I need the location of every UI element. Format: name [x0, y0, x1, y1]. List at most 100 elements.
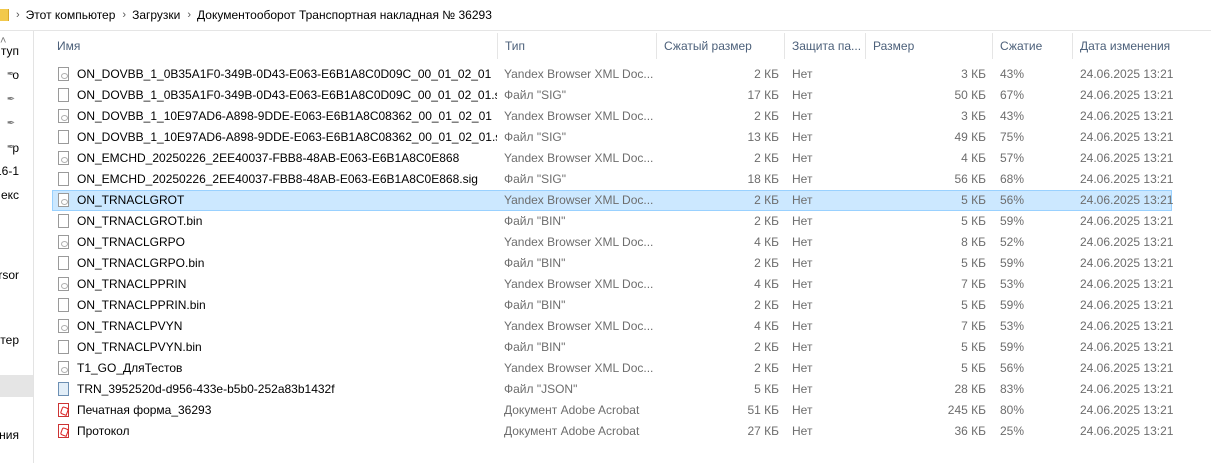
table-row[interactable]: Протокол Документ Adobe Acrobat 27 КБ Нет 36… — [52, 421, 1173, 442]
table-row[interactable]: ON_TRNACLPVYN Yandex Browser XML Doc... 4 … — [52, 316, 1173, 337]
compressed-size: 2 КБ — [754, 340, 779, 354]
file-size: 8 КБ — [961, 235, 986, 249]
file-type: Yandex Browser XML Doc... — [504, 319, 654, 333]
compression-ratio: 83% — [1000, 382, 1025, 396]
breadcrumb-downloads[interactable]: Загрузки — [132, 8, 180, 22]
nav-item[interactable]: rsor — [0, 264, 33, 286]
compressed-size: 18 КБ — [747, 172, 779, 186]
nav-item[interactable] — [0, 208, 33, 230]
nav-item[interactable] — [0, 232, 33, 254]
table-row[interactable]: ON_EMCHD_20250226_2EE40037-FBB8-48AB-E06… — [52, 169, 1173, 190]
nav-item[interactable]: екс — [0, 184, 33, 206]
nav-item[interactable]: р ✒ — [0, 137, 33, 159]
file-list[interactable]: ON_DOVBB_1_0B35A1F0-349B-0D43-E063-E6B1A… — [52, 64, 1173, 442]
nav-item-label: туп — [0, 44, 19, 58]
protection: Нет — [792, 403, 813, 417]
file-type: Файл "BIN" — [504, 340, 566, 354]
column-header-compressed-size[interactable]: Сжатый размер — [657, 33, 785, 59]
nav-item[interactable] — [0, 375, 33, 397]
compression-ratio: 53% — [1000, 277, 1025, 291]
nav-item-label: rsor — [0, 268, 19, 282]
compression-ratio: 75% — [1000, 130, 1025, 144]
breadcrumb-archive[interactable]: Документооборот Транспортная накладная №… — [197, 8, 492, 22]
compressed-size: 2 КБ — [754, 109, 779, 123]
file-file-icon — [58, 172, 72, 188]
nav-item[interactable]: ния — [0, 424, 33, 446]
table-row[interactable]: ON_TRNACLGRPO.bin Файл "BIN" 2 КБ Нет 5 КБ 59… — [52, 253, 1173, 274]
table-row[interactable]: ON_TRNACLPVYN.bin Файл "BIN" 2 КБ Нет 5 КБ 59… — [52, 337, 1173, 358]
compression-ratio: 43% — [1000, 67, 1025, 81]
pin-icon[interactable]: ✒ — [6, 113, 16, 135]
chevron-right-icon[interactable]: › — [122, 9, 126, 21]
protection: Нет — [792, 256, 813, 270]
folder-icon — [0, 9, 9, 21]
navigation-pane[interactable]: ˄ тупо✒✒✒р✒16-1ексrsorтерния — [0, 31, 34, 463]
file-name: ON_EMCHD_20250226_2EE40037-FBB8-48AB-E06… — [77, 151, 460, 165]
column-header-size[interactable]: Размер — [866, 33, 993, 59]
column-header-name[interactable]: Имя — [50, 33, 498, 59]
file-file-icon — [58, 214, 72, 230]
protection: Нет — [792, 214, 813, 228]
file-size: 5 КБ — [961, 193, 986, 207]
chevron-right-icon[interactable]: › — [187, 9, 191, 21]
table-row[interactable]: ON_TRNACLPPRIN Yandex Browser XML Doc... 4… — [52, 274, 1173, 295]
file-type: Документ Adobe Acrobat — [504, 403, 640, 417]
chevron-right-icon[interactable]: › — [16, 9, 20, 21]
table-row[interactable]: ON_DOVBB_1_0B35A1F0-349B-0D43-E063-E6B1A… — [52, 85, 1173, 106]
file-name: Протокол — [77, 424, 130, 438]
file-size: 5 КБ — [961, 256, 986, 270]
file-file-icon — [58, 340, 72, 356]
nav-item[interactable]: ✒ — [0, 113, 33, 135]
file-name: ON_DOVBB_1_10E97AD6-A898-9DDE-E063-E6B1A… — [77, 130, 497, 144]
table-row[interactable]: T1_GO_ДляТестов Yandex Browser XML Doc...… — [52, 358, 1173, 379]
table-row[interactable]: Печатная форма_36293 Документ Adobe Acrob… — [52, 400, 1173, 421]
file-type: Yandex Browser XML Doc... — [504, 67, 654, 81]
nav-item[interactable]: тер — [0, 329, 33, 351]
protection: Нет — [792, 193, 813, 207]
file-name: TRN_3952520d-d956-433e-b5b0-252a83b1432f — [77, 382, 335, 396]
pin-icon[interactable]: ✒ — [6, 137, 16, 159]
file-name: ON_TRNACLPPRIN — [77, 277, 187, 291]
table-row[interactable]: ON_DOVBB_1_10E97AD6-A898-9DDE-E063-E6B1A… — [52, 127, 1173, 148]
nav-item[interactable] — [0, 399, 33, 421]
nav-item[interactable] — [0, 353, 33, 375]
column-header-protection[interactable]: Защита па... — [785, 33, 866, 59]
file-size: 5 КБ — [961, 361, 986, 375]
file-size: 3 КБ — [961, 67, 986, 81]
table-row[interactable]: ON_EMCHD_20250226_2EE40037-FBB8-48AB-E06… — [52, 148, 1173, 169]
breadcrumb-this-pc[interactable]: Этот компьютер — [26, 8, 116, 22]
file-name: T1_GO_ДляТестов — [77, 361, 183, 375]
nav-item[interactable]: 16-1 — [0, 160, 33, 182]
table-row[interactable]: ON_DOVBB_1_0B35A1F0-349B-0D43-E063-E6B1A… — [52, 64, 1173, 85]
compressed-size: 2 КБ — [754, 214, 779, 228]
json-file-icon — [58, 382, 72, 398]
column-header-ratio[interactable]: Сжатие — [993, 33, 1073, 59]
file-name: ON_TRNACLGROT.bin — [77, 214, 203, 228]
table-row[interactable]: TRN_3952520d-d956-433e-b5b0-252a83b1432f… — [52, 379, 1173, 400]
compression-ratio: 59% — [1000, 298, 1025, 312]
xml-file-icon — [58, 319, 72, 335]
table-row[interactable]: ON_DOVBB_1_10E97AD6-A898-9DDE-E063-E6B1A… — [52, 106, 1173, 127]
file-name: ON_DOVBB_1_0B35A1F0-349B-0D43-E063-E6B1A… — [77, 88, 497, 102]
nav-item[interactable] — [0, 288, 33, 310]
nav-item-label: 16-1 — [0, 164, 19, 178]
table-row[interactable]: ON_TRNACLGRPO Yandex Browser XML Doc... 4 … — [52, 232, 1173, 253]
compressed-size: 27 КБ — [747, 424, 779, 438]
table-row[interactable]: ON_TRNACLGROT Yandex Browser XML Doc... 2 … — [52, 190, 1173, 211]
table-row[interactable]: ON_TRNACLGROT.bin Файл "BIN" 2 КБ Нет 5 КБ 59… — [52, 211, 1173, 232]
nav-item[interactable]: о ✒ — [0, 64, 33, 86]
address-bar[interactable]: › Этот компьютер › Загрузки › Документоо… — [0, 0, 1211, 31]
file-type: Файл "SIG" — [504, 172, 567, 186]
file-name: ON_TRNACLPPRIN.bin — [77, 298, 206, 312]
file-type: Yandex Browser XML Doc... — [504, 109, 654, 123]
nav-item[interactable]: туп — [0, 40, 33, 62]
column-header-type[interactable]: Тип — [498, 33, 657, 59]
table-row[interactable]: ON_TRNACLPPRIN.bin Файл "BIN" 2 КБ Нет 5 КБ 5… — [52, 295, 1173, 316]
compressed-size: 2 КБ — [754, 193, 779, 207]
pin-icon[interactable]: ✒ — [6, 89, 16, 111]
column-header-date[interactable]: Дата изменения — [1073, 33, 1211, 59]
protection: Нет — [792, 151, 813, 165]
nav-item[interactable]: ✒ — [0, 89, 33, 111]
date-modified: 24.06.2025 13:21 — [1080, 382, 1174, 396]
pin-icon[interactable]: ✒ — [6, 64, 16, 86]
